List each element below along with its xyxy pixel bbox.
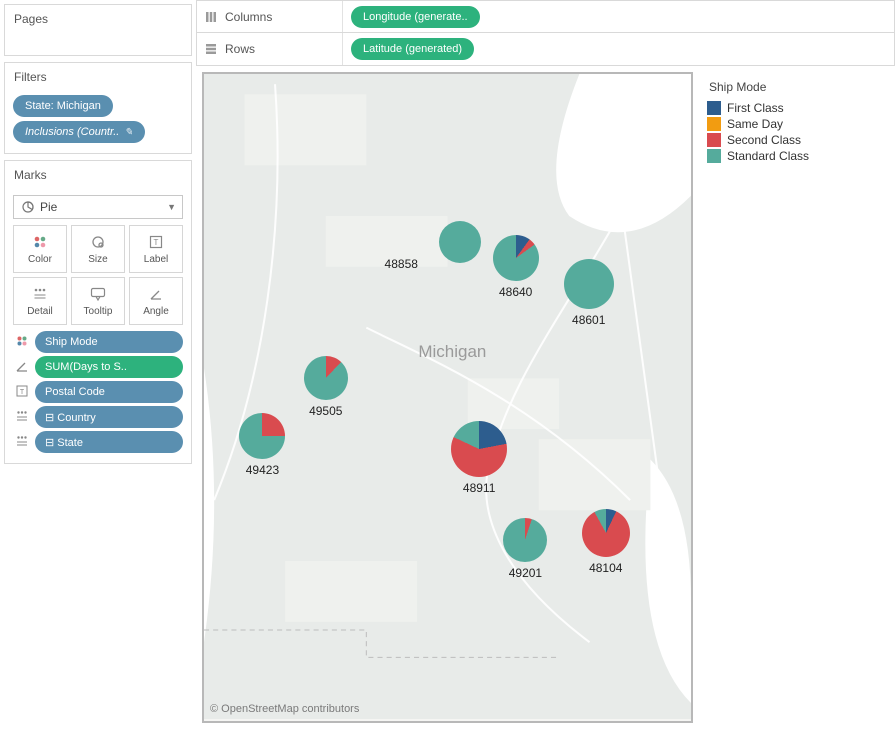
mark-row-4[interactable]: ⊟ State (13, 431, 183, 453)
legend-item-0[interactable]: First Class (707, 100, 881, 116)
pages-shelf[interactable]: Pages (4, 4, 192, 56)
marks-angle-button[interactable]: Angle (129, 277, 183, 325)
legend-label: Second Class (727, 133, 801, 147)
pie-mark-48601[interactable] (564, 259, 614, 309)
pill-label: Ship Mode (45, 336, 98, 348)
marks-card: Marks Pie ▼ Color (4, 160, 192, 464)
map-background (204, 74, 691, 719)
rows-icon (205, 43, 219, 55)
marks-detail-button[interactable]: Detail (13, 277, 67, 325)
mark-type-label: Pie (36, 200, 167, 214)
marks-detail-label: Detail (27, 306, 53, 317)
marks-angle-label: Angle (143, 306, 169, 317)
marks-label-button[interactable]: T Label (129, 225, 183, 273)
chevron-down-icon: ▼ (167, 202, 176, 212)
marks-color-label: Color (28, 254, 52, 265)
mark-row-0[interactable]: Ship Mode (13, 331, 183, 353)
zip-label-48601: 48601 (572, 313, 605, 327)
zip-label-49505: 49505 (309, 404, 342, 418)
detail-icon (13, 410, 31, 425)
legend-label: Same Day (727, 117, 783, 131)
legend-card[interactable]: Ship Mode First Class Same Day Second Clas… (699, 72, 889, 723)
pill-label: ⊟ State (45, 436, 83, 449)
rows-pill-latitude[interactable]: Latitude (generated) (351, 38, 474, 60)
zip-label-49423: 49423 (246, 463, 279, 477)
pill-label: Postal Code (45, 386, 105, 398)
angle-icon (149, 285, 163, 303)
color-icon (13, 335, 31, 350)
color-icon (32, 233, 48, 251)
marks-title: Marks (5, 161, 191, 189)
pencil-icon: ✎ (124, 127, 132, 138)
pie-mark-48104[interactable] (582, 509, 630, 557)
rows-shelf[interactable]: Rows Latitude (generated) (196, 33, 895, 66)
pie-mark-48911[interactable] (451, 421, 507, 477)
tooltip-icon (90, 285, 106, 303)
filters-title: Filters (5, 63, 191, 91)
filters-shelf[interactable]: Filters State: Michigan Inclusions (Count… (4, 62, 192, 154)
mark-row-pill-2[interactable]: Postal Code (35, 381, 183, 403)
pill-label: ⊟ Country (45, 411, 96, 424)
legend-swatch (707, 101, 721, 115)
mark-row-pill-0[interactable]: Ship Mode (35, 331, 183, 353)
label-icon: T (13, 385, 31, 400)
marks-size-label: Size (88, 254, 107, 265)
detail-icon (33, 285, 47, 303)
legend-swatch (707, 149, 721, 163)
columns-pill-longitude[interactable]: Longitude (generate.. (351, 6, 480, 28)
legend-label: First Class (727, 101, 784, 115)
legend-item-1[interactable]: Same Day (707, 116, 881, 132)
filter-pill-0[interactable]: State: Michigan (13, 95, 113, 117)
legend-swatch (707, 117, 721, 131)
pill-label: SUM(Days to S.. (45, 361, 127, 373)
map-viz[interactable]: Michigan 48858 48640 48601 49505 49423 48911 4… (202, 72, 693, 723)
svg-text:T: T (154, 238, 159, 247)
mark-row-pill-1[interactable]: SUM(Days to S.. (35, 356, 183, 378)
legend-swatch (707, 133, 721, 147)
mark-row-pill-3[interactable]: ⊟ Country (35, 406, 183, 428)
legend-item-3[interactable]: Standard Class (707, 148, 881, 164)
pie-icon (20, 201, 36, 213)
zip-label-49201: 49201 (509, 566, 542, 580)
pill-label: Latitude (generated) (363, 43, 462, 55)
label-icon: T (149, 233, 163, 251)
angle-icon (13, 360, 31, 375)
pill-label: State: Michigan (25, 100, 101, 112)
zip-label-48858: 48858 (385, 257, 418, 271)
legend-title: Ship Mode (707, 76, 881, 100)
legend-item-2[interactable]: Second Class (707, 132, 881, 148)
mark-type-select[interactable]: Pie ▼ (13, 195, 183, 219)
map-attribution: © OpenStreetMap contributors (210, 703, 359, 715)
pie-mark-49423[interactable] (239, 413, 285, 459)
marks-label-label: Label (144, 254, 168, 265)
svg-text:T: T (20, 389, 25, 396)
mark-row-pill-4[interactable]: ⊟ State (35, 431, 183, 453)
pill-label: Inclusions (Countr.. (25, 126, 119, 138)
columns-shelf[interactable]: Columns Longitude (generate.. (196, 0, 895, 33)
columns-icon (205, 11, 219, 23)
marks-tooltip-label: Tooltip (84, 306, 113, 317)
detail-icon (13, 435, 31, 450)
filter-pill-1[interactable]: Inclusions (Countr.. ✎ (13, 121, 145, 143)
pill-label: Longitude (generate.. (363, 11, 468, 23)
marks-size-button[interactable]: Size (71, 225, 125, 273)
size-icon (90, 233, 106, 251)
zip-label-48911: 48911 (463, 481, 495, 495)
marks-color-button[interactable]: Color (13, 225, 67, 273)
marks-tooltip-button[interactable]: Tooltip (71, 277, 125, 325)
zip-label-48640: 48640 (499, 285, 532, 299)
pie-mark-49201[interactable] (503, 518, 547, 562)
zip-label-48104: 48104 (589, 561, 622, 575)
mark-row-3[interactable]: ⊟ Country (13, 406, 183, 428)
mark-row-1[interactable]: SUM(Days to S.. (13, 356, 183, 378)
pie-mark-48640[interactable] (493, 235, 539, 281)
pie-mark-49505[interactable] (304, 356, 348, 400)
mark-row-2[interactable]: T Postal Code (13, 381, 183, 403)
rows-label: Rows (225, 42, 255, 56)
pages-title: Pages (5, 5, 191, 33)
columns-label: Columns (225, 10, 272, 24)
state-label: Michigan (418, 342, 486, 362)
legend-label: Standard Class (727, 149, 809, 163)
pie-mark-48858[interactable] (439, 221, 481, 263)
